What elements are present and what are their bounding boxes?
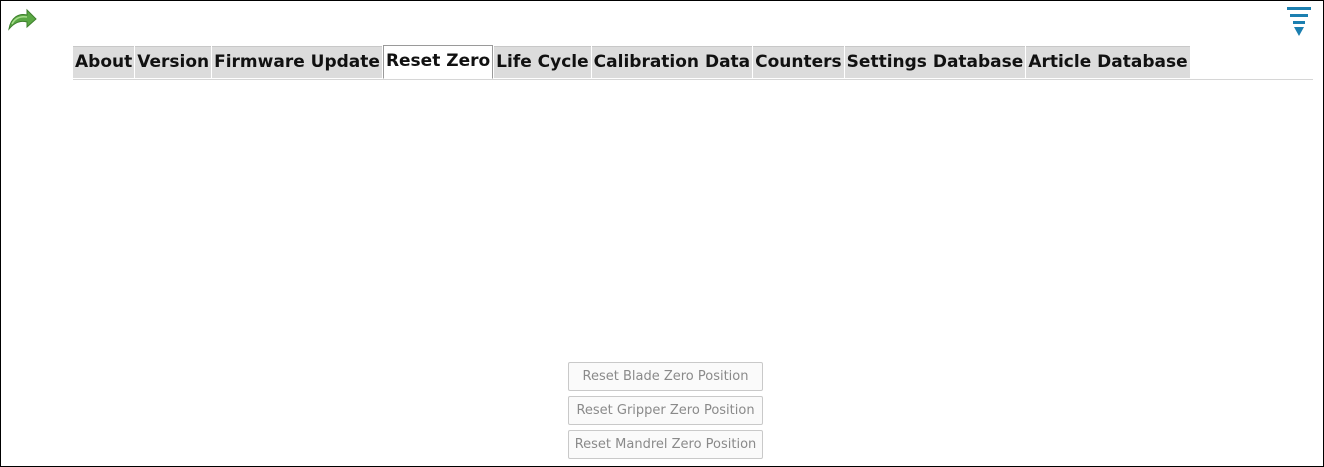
reset-mandrel-zero-button[interactable]: Reset Mandrel Zero Position (568, 430, 763, 459)
reset-blade-zero-button[interactable]: Reset Blade Zero Position (568, 362, 763, 391)
back-button[interactable] (7, 7, 37, 31)
tab-bar: About Version Firmware Update Reset Zero… (73, 45, 1191, 79)
tab-version[interactable]: Version (135, 46, 212, 78)
tab-life-cycle[interactable]: Life Cycle (494, 46, 591, 78)
tab-firmware-update[interactable]: Firmware Update (212, 46, 382, 78)
back-arrow-icon (8, 8, 37, 31)
menu-button[interactable] (1285, 5, 1313, 39)
tab-counters[interactable]: Counters (753, 46, 844, 78)
tab-calibration-data[interactable]: Calibration Data (591, 46, 753, 78)
tab-about[interactable]: About (73, 46, 135, 78)
tab-reset-zero[interactable]: Reset Zero (382, 45, 494, 79)
reset-gripper-zero-button[interactable]: Reset Gripper Zero Position (568, 396, 763, 425)
app-window: About Version Firmware Update Reset Zero… (0, 0, 1324, 467)
tab-article-database[interactable]: Article Database (1026, 46, 1190, 78)
filter-menu-icon (1287, 7, 1311, 36)
tab-bar-divider (73, 79, 1313, 80)
reset-actions: Reset Blade Zero Position Reset Gripper … (568, 362, 763, 464)
tab-settings-database[interactable]: Settings Database (844, 46, 1026, 78)
